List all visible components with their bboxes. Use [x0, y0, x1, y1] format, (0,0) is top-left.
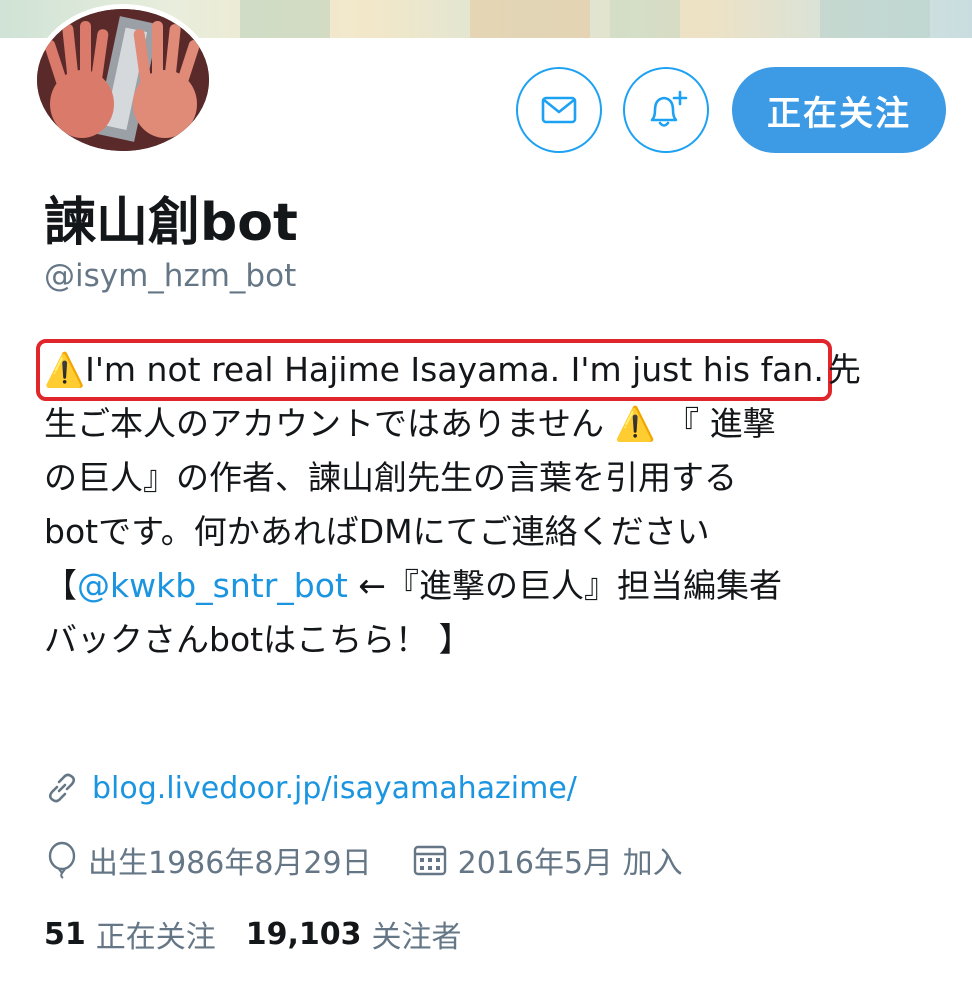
following-button[interactable]: 正在关注	[732, 67, 946, 153]
bio-text: 【	[44, 566, 77, 605]
banner-art	[470, 0, 590, 38]
highlight-box: ⚠️I'm not real Hajime Isayama. I'm just …	[36, 339, 832, 401]
banner-art	[240, 0, 330, 38]
bell-plus-icon	[650, 90, 688, 127]
warning-icon: ⚠️	[614, 404, 656, 443]
balloon-icon	[48, 841, 76, 879]
meta-row: 出生1986年8月29日 2016年5月 加入	[44, 838, 683, 882]
bio-text: 先	[827, 350, 861, 389]
website-row: blog.livedoor.jp/isayamahazime/	[44, 770, 577, 806]
bio-line: 【@kwkb_sntr_bot ←『進撃の巨人』担当編集者	[44, 559, 944, 613]
bio-line: バックさんbotはこちら！ 】	[44, 620, 472, 659]
notifications-button[interactable]	[623, 67, 709, 153]
bio-line: の巨人』の作者、諫山創先生の言葉を引用する	[44, 458, 737, 497]
birthday-text: 出生1986年8月29日	[88, 846, 372, 881]
avatar[interactable]	[32, 4, 214, 156]
website-link[interactable]: blog.livedoor.jp/isayamahazime/	[92, 771, 577, 806]
banner-art	[820, 0, 930, 38]
following-label: 正在关注	[95, 920, 216, 955]
profile-name: 諫山創bot	[44, 193, 298, 253]
message-button[interactable]	[516, 67, 602, 153]
banner-art	[610, 0, 680, 38]
warning-icon: ⚠️	[44, 350, 86, 389]
profile-handle: @isym_hzm_bot	[44, 258, 297, 294]
followers-stat[interactable]: 19,103 关注者	[246, 912, 462, 956]
bio-line: 生ご本人のアカウントではありません ⚠️ 『 進撃	[44, 397, 944, 451]
bio-line: botです。何かあればDMにてご連絡ください	[44, 512, 710, 551]
joined-text: 2016年5月 加入	[457, 846, 683, 881]
followers-label: 关注者	[371, 920, 462, 955]
following-count: 51	[44, 916, 86, 952]
bio-text: 『 進撃	[666, 404, 776, 443]
bio-highlighted-text: I'm not real Hajime Isayama. I'm just hi…	[85, 350, 824, 389]
followers-count: 19,103	[245, 916, 362, 952]
link-icon	[48, 773, 76, 803]
mention-link[interactable]: @kwkb_sntr_bot	[77, 566, 348, 605]
following-stat[interactable]: 51 正在关注	[44, 912, 216, 956]
follow-stats: 51 正在关注 19,103 关注者	[44, 912, 462, 956]
envelope-icon	[541, 96, 577, 124]
avatar-image	[37, 9, 209, 151]
calendar-icon	[413, 845, 446, 876]
bio-text: 生ご本人のアカウントではありません	[44, 404, 605, 443]
profile-bio: ⚠️I'm not real Hajime Isayama. I'm just …	[36, 339, 944, 667]
bio-text: ←『進撃の巨人』担当編集者	[347, 566, 782, 605]
bio-line: ⚠️I'm not real Hajime Isayama. I'm just …	[36, 339, 944, 401]
